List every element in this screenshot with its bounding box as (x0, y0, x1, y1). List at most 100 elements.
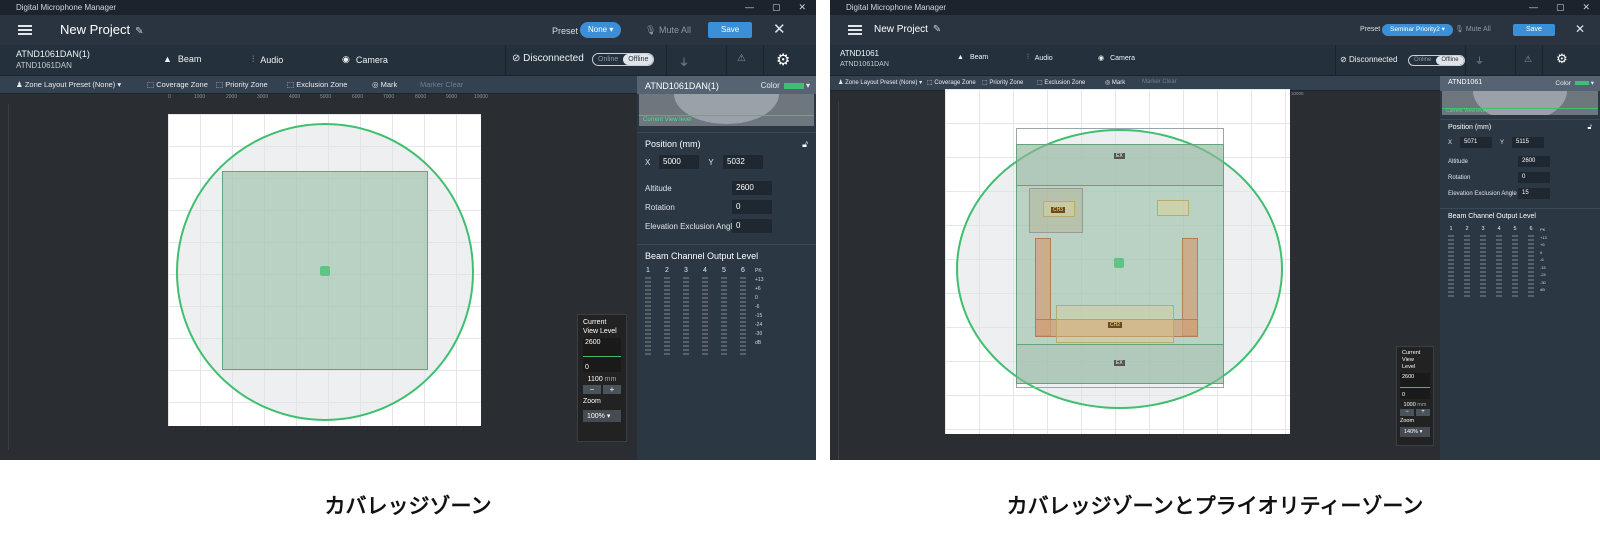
tab-camera[interactable]: ◉ Camera (1098, 54, 1135, 63)
y-input[interactable]: 5115 (1512, 137, 1544, 148)
microphone-device-icon[interactable] (1114, 258, 1124, 268)
priority-zone-button[interactable]: ⬚ Priority Zone (982, 79, 1023, 86)
left-ruler (830, 101, 839, 460)
channel-meter: 6 (740, 267, 746, 355)
exclusion-zone-icon: ⬚ (287, 80, 295, 89)
channel-label: 1 (1449, 226, 1453, 232)
camera-icon: ◉ (1098, 55, 1105, 62)
exclusion-zone-label: Exclusion Zone (296, 80, 348, 89)
save-button[interactable]: Save (1513, 24, 1555, 36)
rotation-input[interactable]: 0 (732, 200, 772, 214)
preset-dropdown[interactable]: Seminar Priority2 ▾ (1382, 24, 1453, 36)
mark-button[interactable]: ◎ Mark (1105, 79, 1125, 86)
exclusion-zone-button[interactable]: ⬚ Exclusion Zone (1037, 79, 1085, 86)
channel-label: 1 (646, 267, 650, 274)
rotation-input[interactable]: 0 (1518, 172, 1550, 183)
tab-audio[interactable]: ⫶ Audio (1027, 54, 1053, 62)
zone-canvas[interactable]: 0 1000 2000 3000 4000 5000 6000 7000 800… (0, 94, 637, 460)
lock-icon[interactable]: 🔓︎ (802, 139, 808, 150)
scale-tick: -30 (755, 331, 763, 337)
online-offline-toggle[interactable]: Online Offline (1408, 55, 1465, 66)
exclusion-zone-button[interactable]: ⬚ Exclusion Zone (287, 80, 347, 89)
settings-button[interactable]: ⚙ (763, 45, 803, 76)
zoom-dropdown[interactable]: 140% ▾ (1400, 427, 1430, 437)
level-plus-button[interactable]: + (1416, 409, 1430, 416)
minimize-icon[interactable]: — (745, 0, 754, 15)
marker-clear-button[interactable]: Marker Clear (1142, 79, 1177, 85)
level-minus-button[interactable]: − (1400, 409, 1414, 416)
altitude-input[interactable]: 2600 (732, 181, 772, 195)
channel-meter: 1 (645, 267, 651, 355)
tab-camera[interactable]: ◉ Camera (342, 54, 388, 65)
edit-pencil-icon[interactable]: ✎ (135, 26, 143, 37)
view-level-slider[interactable]: 2600 0 (583, 338, 621, 372)
view-level-slider[interactable]: 2600 0 (1400, 373, 1430, 399)
warning-button[interactable]: ⚠ (726, 45, 756, 76)
tab-audio-label: Audio (1034, 54, 1053, 62)
offline-option[interactable]: Offline (623, 54, 654, 65)
x-input[interactable]: 5000 (659, 155, 699, 169)
close-icon[interactable]: ✕ (1575, 22, 1585, 36)
close-window-icon[interactable]: ✕ (798, 0, 806, 15)
zoom-dropdown[interactable]: 100% ▾ (583, 410, 621, 422)
level-plus-button[interactable]: + (603, 385, 621, 394)
elevation-input[interactable]: 15 (1518, 188, 1550, 199)
tab-audio[interactable]: ⫶ Audio (252, 54, 283, 65)
ch2-label: CH2 (1108, 322, 1123, 328)
preset-dropdown[interactable]: None ▾ (580, 22, 622, 38)
ruler-tick: 3000 (257, 94, 269, 100)
altitude-label: Altitude (645, 183, 672, 193)
color-picker[interactable]: Color ▾ (761, 81, 810, 90)
ruler-tick: 8000 (415, 94, 427, 100)
tab-beam[interactable]: ▲ Beam (957, 54, 988, 61)
close-icon[interactable]: ✕ (773, 20, 786, 38)
online-option[interactable]: Online (1409, 56, 1436, 65)
lock-icon[interactable]: 🔓︎ (1587, 124, 1592, 132)
left-ruler (0, 104, 9, 450)
maximize-icon[interactable]: ▢ (1556, 0, 1565, 15)
mark-button[interactable]: ◎ Mark (372, 80, 397, 89)
settings-button[interactable]: ⚙ (1542, 45, 1582, 76)
maximize-icon[interactable]: ▢ (772, 0, 781, 15)
microphone-device-icon[interactable] (320, 266, 330, 276)
x-input[interactable]: 5071 (1460, 137, 1492, 148)
hamburger-menu-icon[interactable] (848, 25, 862, 35)
mic-button[interactable]: ⏚ (1465, 45, 1491, 76)
mark-icon: ◎ (372, 80, 379, 89)
offline-option[interactable]: Offline (1436, 56, 1464, 65)
minimize-icon[interactable]: — (1529, 0, 1538, 15)
mute-all-button[interactable]: 🎙︎ Mute All (1455, 25, 1491, 33)
hamburger-menu-icon[interactable] (18, 25, 32, 35)
zoom-value: 140% (1404, 429, 1419, 435)
scale-tick: PK (755, 268, 762, 274)
tab-beam[interactable]: ▲ Beam (163, 54, 201, 64)
zone-layout-preset-dropdown[interactable]: ♟ Zone Layout Preset (None) ▾ (838, 79, 922, 86)
save-button[interactable]: Save (708, 22, 753, 38)
online-offline-toggle[interactable]: Online Offline (592, 53, 655, 66)
scale-tick: +6 (755, 286, 761, 292)
mic-button[interactable]: ⏚ (666, 45, 700, 76)
status-text: ⊘ Disconnected (1340, 55, 1398, 64)
warning-button[interactable]: ⚠ (1515, 45, 1541, 76)
zone-layout-preset-dropdown[interactable]: ♟ Zone Layout Preset (None) ▾ (16, 80, 121, 89)
y-input[interactable]: 5032 (723, 155, 763, 169)
edit-pencil-icon[interactable]: ✎ (933, 24, 941, 35)
tab-beam-label: Beam (177, 54, 202, 64)
coverage-zone-button[interactable]: ⬚ Coverage Zone (147, 80, 208, 89)
window-controls: — ▢ ✕ (1529, 0, 1590, 15)
color-picker[interactable]: Color ▾ (1555, 79, 1594, 87)
marker-clear-button[interactable]: Marker Clear (420, 80, 463, 89)
level-minus-button[interactable]: − (583, 385, 601, 394)
altitude-input[interactable]: 2600 (1518, 156, 1550, 167)
ruler-tick: 7000 (383, 94, 395, 100)
elevation-input[interactable]: 0 (732, 219, 772, 233)
close-window-icon[interactable]: ✕ (1582, 0, 1590, 15)
zone-canvas[interactable]: 0 1000 2000 3000 4000 5000 6000 7000 800… (830, 89, 1440, 460)
online-option[interactable]: Online (593, 54, 623, 65)
scale-tick: -24 (755, 322, 763, 328)
priority-zone-button[interactable]: ⬚ Priority Zone (216, 80, 268, 89)
exclusion-zone-top[interactable] (1016, 144, 1224, 186)
mute-all-button[interactable]: 🎙︎ Mute All (645, 25, 691, 36)
x-label: X (1448, 139, 1453, 146)
coverage-zone-button[interactable]: ⬚ Coverage Zone (927, 79, 976, 86)
